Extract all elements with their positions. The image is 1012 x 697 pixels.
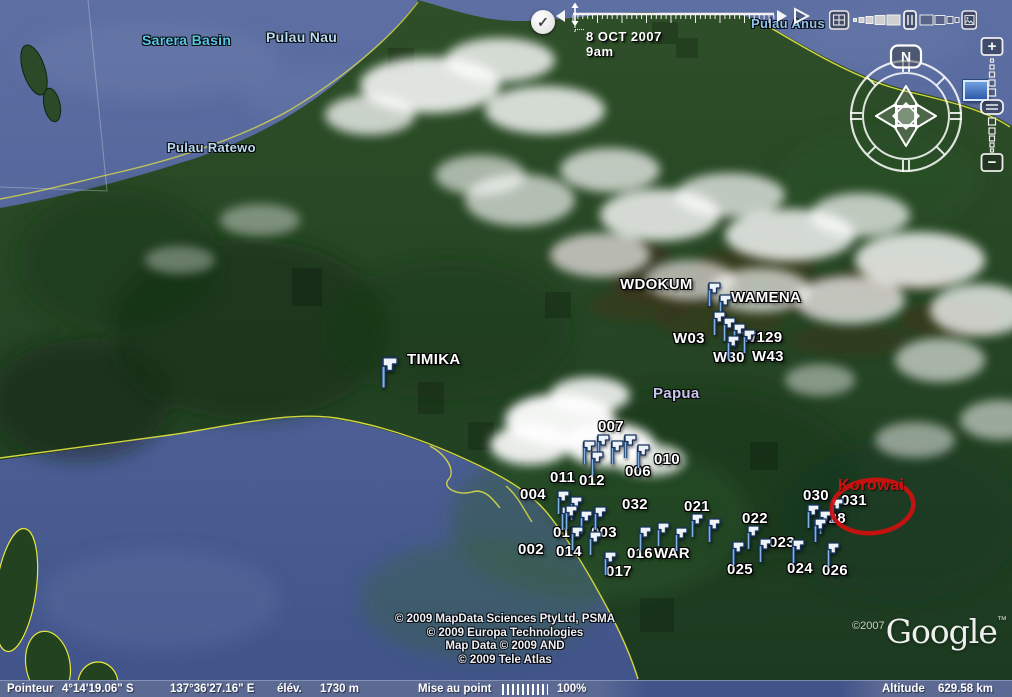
placemark-label-timika[interactable]: TIMIKA bbox=[407, 352, 460, 367]
placemark-flag-icon[interactable] bbox=[379, 355, 400, 394]
placemark-flag-icon[interactable] bbox=[587, 530, 603, 561]
placemark-label-wdokum[interactable]: WDOKUM bbox=[620, 277, 693, 292]
placemark-label-004[interactable]: 004 bbox=[520, 487, 546, 502]
time-play-button[interactable] bbox=[795, 9, 808, 23]
compass-north-button[interactable]: N bbox=[891, 46, 921, 68]
placemark-flag-icon[interactable] bbox=[589, 450, 605, 481]
altitude-label: Altitude bbox=[882, 683, 925, 695]
svg-text:+: + bbox=[988, 38, 997, 55]
placemark-label-032[interactable]: 032 bbox=[622, 497, 648, 512]
zoom-track-lower[interactable] bbox=[989, 118, 996, 152]
placemark-label-010[interactable]: 010 bbox=[654, 452, 680, 467]
navigation-compass[interactable]: N bbox=[845, 44, 967, 178]
zoom-track[interactable] bbox=[989, 59, 996, 96]
time-step-forward-button[interactable] bbox=[777, 10, 787, 22]
watermark-tm: ™ bbox=[997, 615, 1007, 626]
placemark-flag-icon[interactable] bbox=[757, 537, 773, 568]
time-slider-date: 8 OCT 2007 9am bbox=[586, 29, 662, 59]
placemark-label-002[interactable]: 002 bbox=[518, 542, 544, 557]
pointer-latitude: 4°14'19.06" S bbox=[62, 683, 134, 695]
placemark-label-011[interactable]: 011 bbox=[550, 470, 575, 485]
placemark-flag-icon[interactable] bbox=[689, 512, 705, 543]
opacity-min-button[interactable] bbox=[830, 11, 849, 29]
copyright-line: Map Data © 2009 AND bbox=[360, 640, 650, 654]
opacity-steps-left bbox=[854, 15, 901, 25]
placemark-flag-icon[interactable] bbox=[635, 443, 651, 474]
google-watermark: ©2007Google™ bbox=[852, 612, 1007, 651]
google-earth-viewport[interactable]: WDOKUMWAMENAW03W129W30W43TIMIKA007010006… bbox=[0, 0, 1012, 697]
placemark-flag-icon[interactable] bbox=[725, 334, 741, 365]
placemark-flag-icon[interactable] bbox=[569, 525, 585, 556]
copyright-block: © 2009 MapData Sciences PtyLtd, PSMA © 2… bbox=[360, 613, 650, 667]
map-label-sarera-basin: Sarera Basin bbox=[142, 32, 231, 48]
elevation-label: élév. bbox=[277, 683, 302, 695]
map-label-papua: Papua bbox=[653, 385, 700, 402]
zoom-control[interactable]: + − bbox=[978, 36, 1006, 172]
streaming-progress-bars bbox=[502, 684, 548, 695]
compass-center-knob[interactable] bbox=[893, 103, 918, 128]
placemark-flag-icon[interactable] bbox=[741, 328, 757, 359]
time-ruler bbox=[573, 15, 774, 23]
placemark-flag-icon[interactable] bbox=[655, 521, 671, 552]
copyright-line: © 2009 Tele Atlas bbox=[360, 654, 650, 668]
svg-text:N: N bbox=[901, 49, 911, 65]
placemark-label-wamena[interactable]: WAMENA bbox=[731, 290, 801, 305]
overlay-opacity-slider[interactable] bbox=[829, 9, 977, 32]
placemark-flag-icon[interactable] bbox=[730, 540, 746, 571]
opacity-steps-right bbox=[920, 15, 959, 25]
status-bar: Pointeur 4°14'19.06" S 137°36'27.16" E é… bbox=[0, 680, 1012, 697]
placemark-flag-icon[interactable] bbox=[637, 525, 653, 556]
svg-text:−: − bbox=[988, 154, 997, 171]
map-label-pulau-nau: Pulau Nau bbox=[266, 29, 337, 45]
copyright-line: © 2009 Europa Technologies bbox=[360, 627, 650, 641]
streaming-label: Mise au point bbox=[418, 683, 491, 695]
korowai-annotation-label: Korowai bbox=[838, 477, 905, 495]
streaming-percent: 100% bbox=[557, 683, 586, 695]
pointer-label: Pointeur bbox=[7, 683, 54, 695]
zoom-slider-handle[interactable] bbox=[981, 100, 1003, 114]
google-logo: Google bbox=[886, 612, 997, 651]
placemark-flag-icon[interactable] bbox=[673, 526, 689, 557]
placemark-label-w03[interactable]: W03 bbox=[673, 331, 705, 346]
pointer-longitude: 137°36'27.16" E bbox=[170, 683, 254, 695]
map-label-pulau-ratewo: Pulau Ratewo bbox=[167, 140, 256, 155]
time-time-line: 9am bbox=[586, 44, 662, 59]
opacity-slider-handle[interactable] bbox=[904, 11, 916, 29]
time-date-line: 8 OCT 2007 bbox=[586, 29, 662, 44]
placemark-flag-icon[interactable] bbox=[706, 517, 722, 548]
zoom-in-button[interactable]: + bbox=[982, 38, 1003, 55]
time-step-back-button[interactable] bbox=[556, 10, 565, 22]
opacity-max-button[interactable] bbox=[962, 11, 977, 29]
placemark-flag-icon[interactable] bbox=[790, 538, 806, 569]
zoom-out-button[interactable]: − bbox=[982, 154, 1003, 171]
altitude-value: 629.58 km bbox=[938, 683, 993, 695]
time-handle-connector bbox=[575, 29, 584, 31]
placemark-flag-icon[interactable] bbox=[602, 550, 618, 581]
placemark-label-007[interactable]: 007 bbox=[598, 419, 624, 434]
copyright-line: © 2009 MapData Sciences PtyLtd, PSMA bbox=[360, 613, 650, 627]
watermark-year: ©2007 bbox=[852, 620, 885, 632]
elevation-value: 1730 m bbox=[320, 683, 359, 695]
